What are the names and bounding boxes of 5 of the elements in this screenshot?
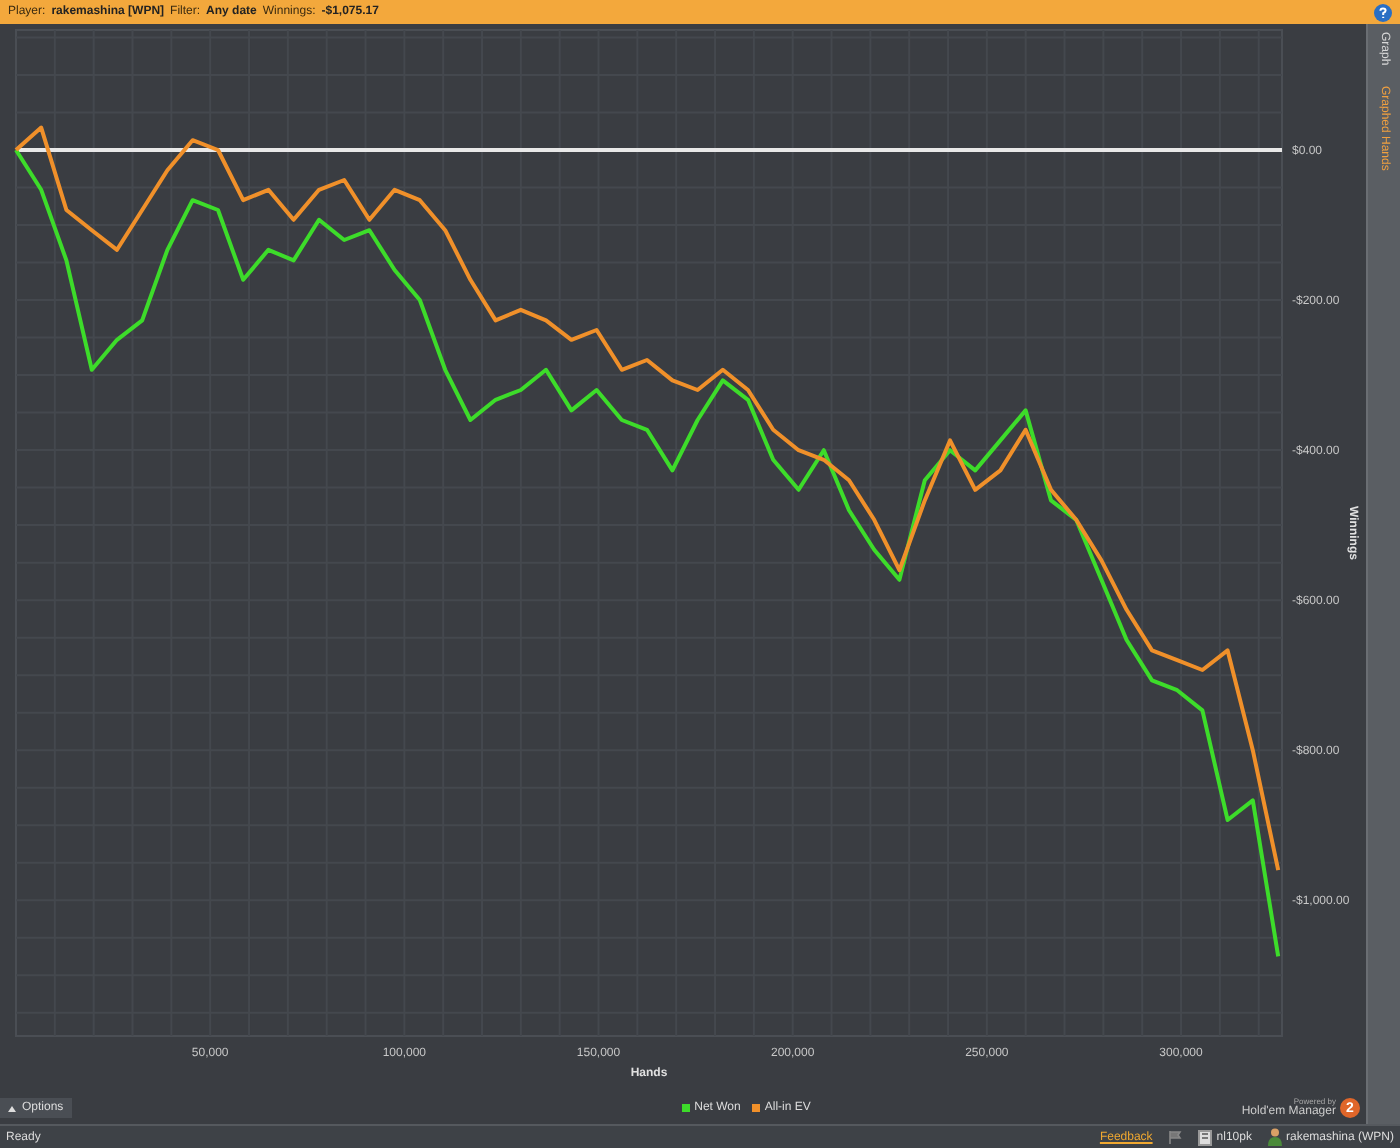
database-icon — [1198, 1129, 1213, 1145]
help-icon[interactable] — [1374, 3, 1392, 21]
flag-icon — [1168, 1130, 1183, 1144]
user-icon — [1267, 1128, 1282, 1146]
caret-icon — [8, 1105, 16, 1111]
